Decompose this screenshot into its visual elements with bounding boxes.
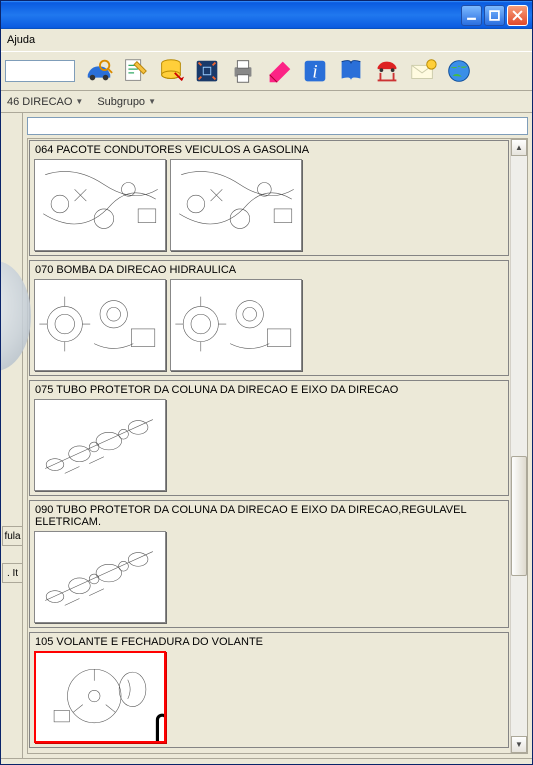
svg-text:i: i <box>312 62 317 83</box>
subgroup-105: 105 VOLANTE E FECHADURA DO VOLANTE <box>29 632 509 748</box>
car-search-button[interactable] <box>82 54 116 88</box>
toolbar-combo[interactable] <box>5 60 75 82</box>
side-tab-1-label: fula <box>4 531 20 542</box>
globe-icon <box>444 56 474 86</box>
car-lift-button[interactable] <box>370 54 404 88</box>
database-button[interactable] <box>154 54 188 88</box>
car-lift-icon <box>372 56 402 86</box>
side-tab-2[interactable]: . It <box>2 563 22 583</box>
subgroup-064: 064 PACOTE CONDUTORES VEICULOS A GASOLIN… <box>29 140 509 256</box>
scroll-track[interactable] <box>511 156 527 736</box>
fullscreen-button[interactable] <box>190 54 224 88</box>
body: fula . It 064 PACOTE CONDUTORES VEICULOS… <box>1 113 532 758</box>
subgroup-title: 090 TUBO PROTETOR DA COLUNA DA DIRECAO E… <box>30 501 508 531</box>
vertical-scrollbar[interactable]: ▲ ▼ <box>510 139 527 753</box>
diagram-thumb[interactable] <box>170 279 302 371</box>
diagram-thumb[interactable] <box>34 651 166 743</box>
main-area: 064 PACOTE CONDUTORES VEICULOS A GASOLIN… <box>23 113 532 758</box>
app-window: Ajuda <box>0 0 533 765</box>
diagram-thumb[interactable] <box>34 399 166 491</box>
print-button[interactable] <box>226 54 260 88</box>
side-tab-1[interactable]: fula <box>2 526 22 546</box>
print-icon <box>228 56 258 86</box>
left-panel: fula . It <box>1 113 23 758</box>
close-icon <box>512 10 523 21</box>
subgroup-070: 070 BOMBA DA DIRECAO HIDRAULICA <box>29 260 509 376</box>
breadcrumb-group[interactable]: 46 DIRECAO ▼ <box>7 96 83 108</box>
car-search-icon <box>84 56 114 86</box>
breadcrumb-subgroup[interactable]: Subgrupo ▼ <box>97 96 156 108</box>
chevron-down-icon: ▼ <box>148 97 156 106</box>
subgroup-075: 075 TUBO PROTETOR DA COLUNA DA DIRECAO E… <box>29 380 509 496</box>
minimize-button[interactable] <box>461 5 482 26</box>
eraser-icon <box>264 56 294 86</box>
minimize-icon <box>466 10 477 21</box>
diagram-thumb[interactable] <box>34 531 166 623</box>
eraser-button[interactable] <box>262 54 296 88</box>
info-button[interactable]: i <box>298 54 332 88</box>
breadcrumb-group-label: 46 DIRECAO <box>7 96 72 108</box>
book-icon <box>336 56 366 86</box>
mail-icon <box>408 56 438 86</box>
menu-bar: Ajuda <box>1 29 532 51</box>
database-icon <box>156 56 186 86</box>
breadcrumb-bar: 46 DIRECAO ▼ Subgrupo ▼ <box>1 91 532 113</box>
diagram-thumb[interactable] <box>34 159 166 251</box>
subgroup-090: 090 TUBO PROTETOR DA COLUNA DA DIRECAO E… <box>29 500 509 628</box>
globe-button[interactable] <box>442 54 476 88</box>
breadcrumb-subgroup-label: Subgrupo <box>97 96 145 108</box>
fullscreen-icon <box>192 56 222 86</box>
subgroup-title: 105 VOLANTE E FECHADURA DO VOLANTE <box>30 633 508 651</box>
maximize-icon <box>489 10 500 21</box>
diagram-thumb[interactable] <box>170 159 302 251</box>
scroll-up-button[interactable]: ▲ <box>511 139 527 156</box>
menu-help[interactable]: Ajuda <box>7 34 35 46</box>
book-button[interactable] <box>334 54 368 88</box>
subgroup-title: 064 PACOTE CONDUTORES VEICULOS A GASOLIN… <box>30 141 508 159</box>
scroll-thumb[interactable] <box>511 456 527 576</box>
search-input[interactable] <box>27 117 528 135</box>
subgroup-title: 075 TUBO PROTETOR DA COLUNA DA DIRECAO E… <box>30 381 508 399</box>
subgroup-title: 070 BOMBA DA DIRECAO HIDRAULICA <box>30 261 508 279</box>
content-scroll: 064 PACOTE CONDUTORES VEICULOS A GASOLIN… <box>27 138 528 754</box>
mail-button[interactable] <box>406 54 440 88</box>
info-icon: i <box>300 56 330 86</box>
group-list: 064 PACOTE CONDUTORES VEICULOS A GASOLIN… <box>28 139 510 753</box>
chevron-down-icon: ▼ <box>75 97 83 106</box>
toolbar: i <box>1 51 532 91</box>
side-tab-2-label: . It <box>7 568 18 579</box>
diagram-thumb[interactable] <box>34 279 166 371</box>
scroll-down-button[interactable]: ▼ <box>511 736 527 753</box>
edit-note-button[interactable] <box>118 54 152 88</box>
status-bar <box>1 758 532 764</box>
title-bar <box>1 1 532 29</box>
close-button[interactable] <box>507 5 528 26</box>
maximize-button[interactable] <box>484 5 505 26</box>
edit-note-icon <box>120 56 150 86</box>
